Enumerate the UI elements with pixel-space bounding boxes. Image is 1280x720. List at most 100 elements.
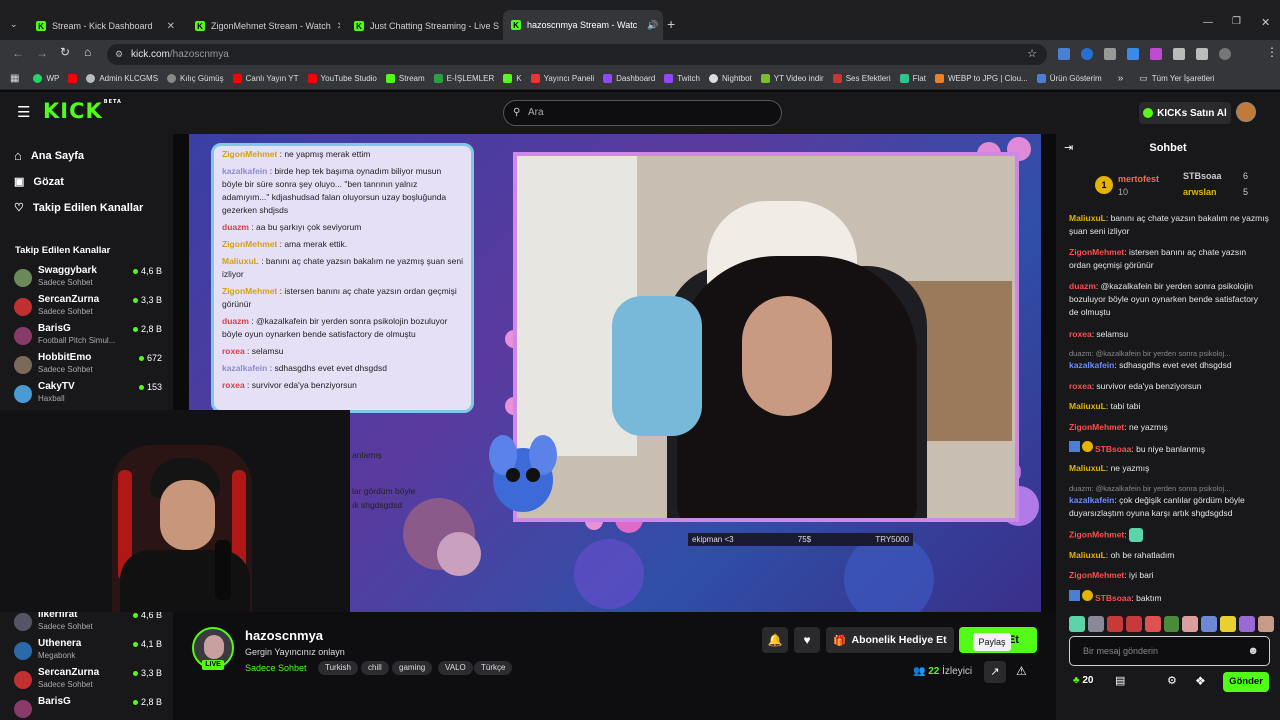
stream-category[interactable]: Sadece Sohbet (245, 663, 307, 673)
stream-tag[interactable]: gaming (392, 661, 433, 675)
emote-icon[interactable] (1239, 616, 1256, 632)
stream-tag[interactable]: Türkçe (474, 661, 513, 675)
notification-bell-button[interactable]: 🔔 (762, 627, 788, 653)
followed-channel[interactable]: Uthenera Megabonk 4,1 B (14, 638, 164, 666)
bookmark[interactable]: Canlı Yayın YT (232, 74, 299, 83)
stream-title: Gergin Yayıncınız onlayn (245, 647, 345, 657)
report-button[interactable]: ⚠ (1016, 664, 1027, 678)
bookmark[interactable]: Admin KLCGMS (86, 74, 158, 83)
emote-icon[interactable] (1163, 616, 1180, 632)
close-window-icon[interactable]: ✕ (1261, 16, 1270, 29)
all-bookmarks[interactable]: ▭ Tüm Yer İşaretleri (1139, 73, 1214, 84)
buy-kicks-button[interactable]: KICKs Satın Al (1139, 102, 1231, 124)
chat-message: ZigonMehmet: iyi bari (1069, 570, 1154, 580)
streamer-name[interactable]: hazoscnmya (245, 628, 323, 643)
emote-menu-icon[interactable]: ❖ (1195, 674, 1206, 688)
emoji-picker-icon[interactable]: ☻ (1247, 637, 1259, 665)
bookmark[interactable] (68, 74, 78, 83)
bookmark[interactable]: E-İŞLEMLER (433, 74, 494, 83)
bookmark[interactable]: Stream (385, 74, 425, 83)
emote-icon[interactable] (1106, 616, 1123, 632)
stream-tag[interactable]: chill (361, 661, 389, 675)
followed-channel[interactable]: SercanZurna Sadece Sohbet 3,3 B (14, 667, 164, 695)
leader-name[interactable]: mertofest (1118, 174, 1159, 184)
close-tab-icon[interactable]: ✕ (167, 21, 175, 32)
bookmark[interactable]: YT Video indir (760, 74, 824, 83)
reload-icon[interactable]: ↻ (60, 45, 70, 59)
kick-logo[interactable]: KICKBETA (43, 99, 122, 123)
browser-tab[interactable]: KZigonMehmet Stream - Watch✕ (187, 14, 340, 38)
share-button[interactable]: ↗ (984, 661, 1006, 683)
leader-name[interactable]: arwslan (1183, 187, 1217, 197)
home-browser-icon[interactable]: ⌂ (84, 45, 91, 59)
bookmark[interactable]: WP (33, 74, 59, 83)
stream-tag[interactable]: VALO (438, 661, 473, 675)
bookmark[interactable]: Twitch (664, 74, 700, 83)
new-tab-button[interactable]: + (667, 16, 675, 32)
chat-message: roxea: survivor eda'ya benziyorsun (1069, 381, 1202, 391)
stream-tag[interactable]: Turkish (318, 661, 358, 675)
chat-message: ZigonMehmet: istersen banını aç chate ya… (1069, 247, 1247, 270)
search-input[interactable]: ⚲ Ara (503, 100, 782, 126)
warning-icon: ⚠ (1016, 664, 1027, 678)
emote-icon[interactable] (1258, 616, 1274, 632)
chat-title: Sohbet (1149, 142, 1187, 154)
chat-message-input[interactable]: Bir mesaj gönderin ☻ (1069, 636, 1270, 666)
bookmark[interactable]: Yayıncı Paneli (530, 74, 594, 83)
channel-avatar (14, 613, 32, 631)
bookmark-star-icon[interactable]: ☆ (1027, 44, 1037, 65)
emote-icon[interactable] (1220, 616, 1237, 632)
bookmark[interactable]: Ürün Gösterim (1036, 74, 1102, 83)
emote-icon[interactable] (1201, 616, 1218, 632)
followed-channel[interactable]: HobbitEmo Sadece Sohbet 672 (14, 352, 164, 380)
bookmark[interactable]: Flat (899, 74, 926, 83)
user-avatar[interactable] (1236, 102, 1256, 122)
sidebar-item-following[interactable]: ♡ Takip Edilen Kanallar (14, 201, 143, 215)
sidebar-item-home[interactable]: ⌂ Ana Sayfa (14, 148, 84, 163)
url-field[interactable]: ⚙ kick.com/hazoscnmya ☆ (107, 44, 1047, 65)
channel-points[interactable]: ♣ 20 (1073, 675, 1093, 686)
bookmark[interactable]: K (503, 74, 522, 83)
close-tab-icon[interactable]: ✕ (337, 21, 340, 32)
emote-icon[interactable] (1125, 616, 1142, 632)
bookmark[interactable]: WEBP to JPG | Clou... (934, 74, 1028, 83)
followed-channel[interactable]: CakyTV Haxball 153 (14, 381, 164, 409)
bookmark[interactable]: YouTube Studio (307, 74, 377, 83)
extensions-icons[interactable] (1058, 48, 1258, 60)
emote-icon[interactable] (1087, 616, 1104, 632)
emote-icon[interactable] (1182, 616, 1199, 632)
bookmarks-more-icon[interactable]: » (1118, 73, 1124, 84)
followed-channel[interactable]: BarisG Football Pitch Simul... 2,8 B (14, 323, 164, 351)
followed-channel[interactable]: BarisG 2,8 B (14, 696, 164, 720)
browser-tab[interactable]: K Stream - Kick Dashboard ✕ (28, 14, 183, 38)
emote-icon[interactable] (1144, 616, 1161, 632)
kick-favicon-icon: K (354, 21, 364, 31)
back-icon[interactable]: ← (12, 46, 24, 60)
site-info-icon[interactable]: ⚙ (115, 44, 123, 65)
forward-icon[interactable]: → (36, 46, 48, 60)
leader-name[interactable]: STBsoaa (1183, 171, 1222, 181)
send-button[interactable]: Gönder (1223, 672, 1269, 692)
minimize-icon[interactable]: — (1203, 17, 1213, 28)
settings-gear-icon[interactable]: ⚙ (1167, 674, 1177, 687)
followed-channel[interactable]: SercanZurna Sadece Sohbet 3,3 B (14, 294, 164, 322)
bookmark[interactable]: Nightbot (708, 74, 752, 83)
apps-icon[interactable]: ▦ (10, 73, 19, 84)
followed-channel[interactable]: ilkerfirat Sadece Sohbet 4,6 B (14, 612, 164, 637)
followed-channel[interactable]: Swaggybark Sadece Sohbet 4,6 B (14, 265, 164, 293)
sidebar-item-browse[interactable]: ▣ Gözat (14, 175, 64, 189)
gift-subscription-button[interactable]: 🎁 Abonelik Hediye Et (826, 627, 954, 653)
browser-tab-active[interactable]: Khazoscnmya Stream - Watc🔊✕ (503, 10, 663, 40)
store-icon[interactable]: ▤ (1115, 674, 1125, 687)
browser-tab[interactable]: KJust Chatting Streaming - Live S✕ (346, 14, 499, 38)
tab-search-icon[interactable]: ⌄ (10, 19, 18, 30)
favorite-button[interactable]: ♥ (794, 627, 820, 653)
hamburger-menu-icon[interactable]: ☰ (17, 103, 30, 121)
bookmark[interactable]: Dashboard (603, 74, 655, 83)
bookmark[interactable]: Ses Efektleri (832, 74, 891, 83)
maximize-icon[interactable]: ❐ (1232, 16, 1241, 27)
emote-icon[interactable] (1069, 616, 1085, 632)
menu-dots-icon[interactable]: ⋮ (1266, 45, 1278, 59)
bookmark[interactable]: Kılıç Gümüş (167, 74, 224, 83)
audio-icon[interactable]: 🔊 (647, 20, 658, 31)
